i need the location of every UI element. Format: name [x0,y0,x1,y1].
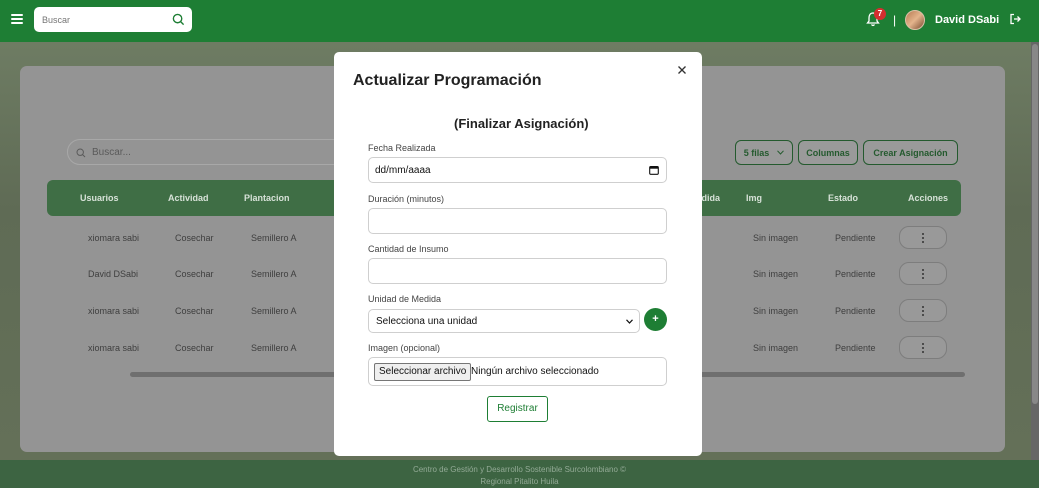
cell-img: Sin imagen [753,343,799,353]
duracion-input[interactable] [369,209,639,233]
cell-img: Sin imagen [753,269,799,279]
avatar[interactable] [905,10,925,30]
more-vertical-icon [922,269,924,281]
cell-usuario: xiomara sabi [88,233,140,243]
cell-estado: Pendiente [835,233,876,243]
duracion-label: Duración (minutos) [368,194,445,204]
header-separator: | [893,13,897,27]
cell-estado: Pendiente [835,306,876,316]
chevron-down-icon [777,150,785,155]
hamburger-menu-icon[interactable] [11,14,23,24]
chevron-down-icon [626,319,633,324]
unidad-select-value: Selecciona una unidad [376,316,478,327]
more-vertical-icon [922,233,924,245]
row-actions-button[interactable] [899,262,947,285]
cantidad-field[interactable] [368,258,667,284]
update-schedule-modal: Actualizar Programación (Finalizar Asign… [334,52,702,456]
more-vertical-icon [922,343,924,355]
rows-per-page-select[interactable]: 5 filas [735,140,793,165]
user-name[interactable]: David DSabi [935,14,999,26]
unidad-label: Unidad de Medida [368,294,442,304]
row-actions-button[interactable] [899,299,947,322]
footer-line-1: Centro de Gestión y Desarrollo Sostenibl… [412,465,627,474]
fecha-input[interactable] [369,158,639,182]
more-vertical-icon [922,306,924,318]
global-search [34,7,192,32]
imagen-file-input[interactable]: Seleccionar archivo Ningún archivo selec… [368,357,667,386]
scrollbar-thumb[interactable] [1032,44,1038,404]
cell-img: Sin imagen [753,306,799,316]
row-actions-button[interactable] [899,226,947,249]
search-input[interactable] [34,7,164,32]
cell-plantacion: Semillero A [251,269,297,279]
search-icon [76,148,86,158]
top-bar: 7 | David DSabi [0,0,1039,42]
notification-badge: 7 [874,8,886,20]
cell-plantacion: Semillero A [251,306,297,316]
file-status: Ningún archivo seleccionado [471,366,599,377]
column-header-img[interactable]: Img [746,193,762,203]
cell-plantacion: Semillero A [251,233,297,243]
cell-actividad: Cosechar [175,269,214,279]
close-icon[interactable] [677,65,687,75]
logout-icon[interactable] [1009,13,1021,25]
add-unit-button[interactable]: + [644,308,667,331]
cell-usuario: David DSabi [88,269,139,279]
fecha-label: Fecha Realizada [368,143,436,153]
modal-title: Actualizar Programación [353,72,542,89]
search-icon[interactable] [172,13,185,26]
cell-estado: Pendiente [835,343,876,353]
cell-img: Sin imagen [753,233,799,243]
column-header-acciones[interactable]: Acciones [908,193,948,203]
register-button[interactable]: Registrar [487,396,548,422]
create-assignment-button[interactable]: Crear Asignación [863,140,958,165]
cell-estado: Pendiente [835,269,876,279]
cell-actividad: Cosechar [175,343,214,353]
column-header-usuarios[interactable]: Usuarios [80,193,119,203]
cell-actividad: Cosechar [175,233,214,243]
cell-plantacion: Semillero A [251,343,297,353]
modal-subtitle: (Finalizar Asignación) [454,116,589,131]
rows-per-page-label: 5 filas [743,147,770,158]
table-search[interactable]: Buscar... [67,139,347,165]
cell-usuario: xiomara sabi [88,306,140,316]
row-actions-button[interactable] [899,336,947,359]
duracion-field[interactable] [368,208,667,234]
column-header-actividad[interactable]: Actividad [168,193,209,203]
columns-button[interactable]: Columnas [798,140,858,165]
footer-line-2: Regional Pitalito Huila [480,477,559,486]
column-header-estado[interactable]: Estado [828,193,858,203]
imagen-label: Imagen (opcional) [368,343,441,353]
cantidad-input[interactable] [369,259,639,283]
footer: Centro de Gestión y Desarrollo Sostenibl… [0,460,1039,488]
fecha-field[interactable] [368,157,667,183]
cell-actividad: Cosechar [175,306,214,316]
page-scrollbar[interactable] [1031,42,1039,460]
unidad-select[interactable]: Selecciona una unidad [368,309,640,333]
choose-file-button[interactable]: Seleccionar archivo [374,363,472,381]
column-header-plantacion[interactable]: Plantacion [244,193,290,203]
cantidad-label: Cantidad de Insumo [368,244,449,254]
calendar-icon[interactable] [649,165,659,175]
table-search-placeholder: Buscar... [92,147,131,158]
cell-usuario: xiomara sabi [88,343,140,353]
column-header-unidad[interactable]: Unidad de Medida [701,193,720,203]
